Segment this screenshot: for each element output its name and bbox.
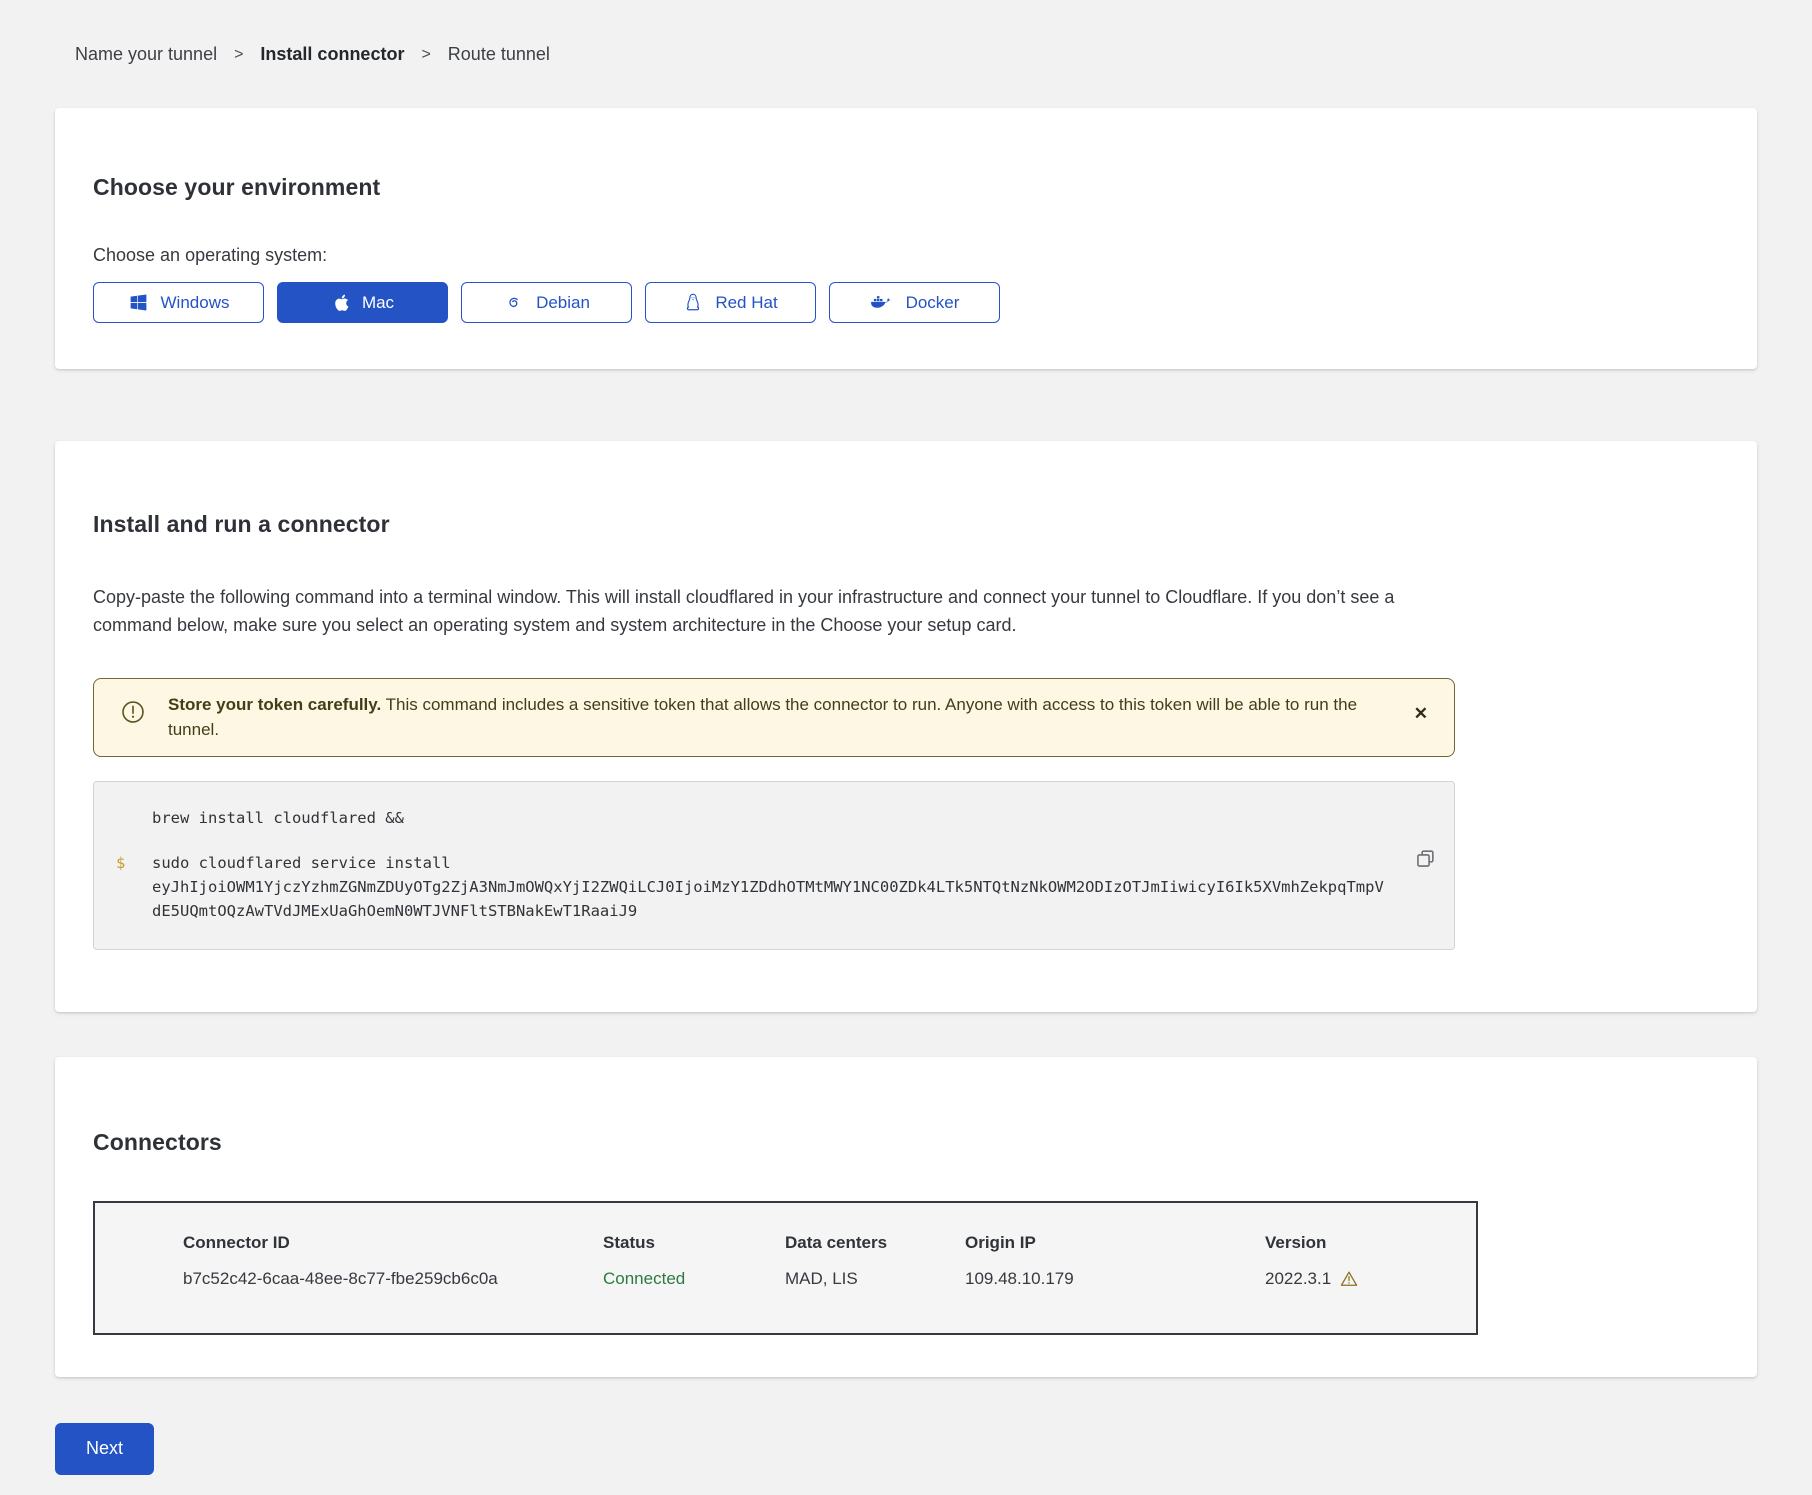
- token-warning-bold: Store your token carefully.: [168, 695, 381, 714]
- os-button-label: Debian: [536, 293, 590, 313]
- breadcrumb-step-route-tunnel: Route tunnel: [448, 44, 550, 65]
- code-line-1-text: brew install cloudflared &&: [152, 806, 1390, 830]
- connectors-table-header: Connector ID Status Data centers Origin …: [183, 1233, 1456, 1253]
- header-origin-ip: Origin IP: [965, 1233, 1265, 1253]
- os-select-label: Choose an operating system:: [93, 245, 1719, 266]
- connectors-card: Connectors Connector ID Status Data cent…: [55, 1057, 1757, 1377]
- install-connector-card: Install and run a connector Copy-paste t…: [55, 441, 1757, 1012]
- header-data-centers: Data centers: [785, 1233, 965, 1253]
- os-button-mac[interactable]: Mac: [277, 282, 448, 323]
- os-button-group: Windows Mac Debian: [93, 282, 1719, 323]
- status-badge: Connected: [603, 1269, 785, 1289]
- copy-command-button[interactable]: [1411, 844, 1440, 873]
- os-button-label: Windows: [161, 293, 230, 313]
- debian-swirl-icon: [503, 292, 524, 313]
- install-connector-title: Install and run a connector: [93, 511, 1719, 538]
- code-line-2-text: sudo cloudflared service install eyJhIjo…: [152, 851, 1390, 923]
- header-status: Status: [603, 1233, 785, 1253]
- connectors-table: Connector ID Status Data centers Origin …: [93, 1201, 1478, 1335]
- breadcrumb: Name your tunnel > Install connector > R…: [55, 44, 1757, 65]
- os-button-label: Docker: [906, 293, 960, 313]
- tunnel-token: eyJhIjoiOWM1YjczYzhmZGNmZDUyOTg2ZjA3NmJm…: [152, 878, 1384, 920]
- data-centers-value: MAD, LIS: [785, 1269, 965, 1289]
- connector-id-value: b7c52c42-6caa-48ee-8c77-fbe259cb6c0a: [183, 1269, 603, 1289]
- copy-icon: [1415, 848, 1436, 869]
- breadcrumb-separator: >: [421, 46, 430, 64]
- breadcrumb-step-install-connector: Install connector: [260, 44, 404, 65]
- os-button-label: Mac: [362, 293, 394, 313]
- version-cell: 2022.3.1: [1265, 1269, 1456, 1289]
- code-line-1: brew install cloudflared &&: [116, 806, 1390, 830]
- tunnel-setup-page: Name your tunnel > Install connector > R…: [0, 0, 1812, 1495]
- breadcrumb-separator: >: [234, 46, 243, 64]
- os-button-windows[interactable]: Windows: [93, 282, 264, 323]
- table-row: b7c52c42-6caa-48ee-8c77-fbe259cb6c0a Con…: [183, 1269, 1456, 1289]
- os-button-redhat[interactable]: Red Hat: [645, 282, 816, 323]
- connectors-title: Connectors: [93, 1129, 1719, 1156]
- close-icon[interactable]: ✕: [1406, 701, 1436, 726]
- install-command-code-block: brew install cloudflared && $ sudo cloud…: [93, 781, 1455, 950]
- os-button-docker[interactable]: Docker: [829, 282, 1000, 323]
- token-warning-text: Store your token carefully. This command…: [168, 692, 1384, 743]
- install-connector-description: Copy-paste the following command into a …: [93, 584, 1471, 640]
- header-version: Version: [1265, 1233, 1456, 1253]
- apple-logo-icon: [331, 292, 350, 313]
- code-line-2: $ sudo cloudflared service install eyJhI…: [116, 851, 1390, 923]
- shell-prompt: $: [116, 851, 152, 923]
- install-command: sudo cloudflared service install: [152, 854, 451, 872]
- origin-ip-value: 109.48.10.179: [965, 1269, 1265, 1289]
- version-value: 2022.3.1: [1265, 1269, 1331, 1289]
- header-connector-id: Connector ID: [183, 1233, 603, 1253]
- linux-penguin-icon: [683, 292, 703, 314]
- choose-environment-title: Choose your environment: [93, 174, 1719, 201]
- choose-environment-card: Choose your environment Choose an operat…: [55, 108, 1757, 369]
- token-warning-banner: Store your token carefully. This command…: [93, 678, 1455, 757]
- next-button[interactable]: Next: [55, 1423, 154, 1475]
- os-button-debian[interactable]: Debian: [461, 282, 632, 323]
- code-gutter: [116, 806, 152, 830]
- windows-logo-icon: [128, 292, 149, 313]
- os-button-label: Red Hat: [715, 293, 777, 313]
- warning-triangle-icon: [1340, 1270, 1358, 1287]
- alert-circle-icon: [120, 699, 146, 730]
- docker-whale-icon: [870, 293, 894, 312]
- breadcrumb-step-name-your-tunnel: Name your tunnel: [75, 44, 217, 65]
